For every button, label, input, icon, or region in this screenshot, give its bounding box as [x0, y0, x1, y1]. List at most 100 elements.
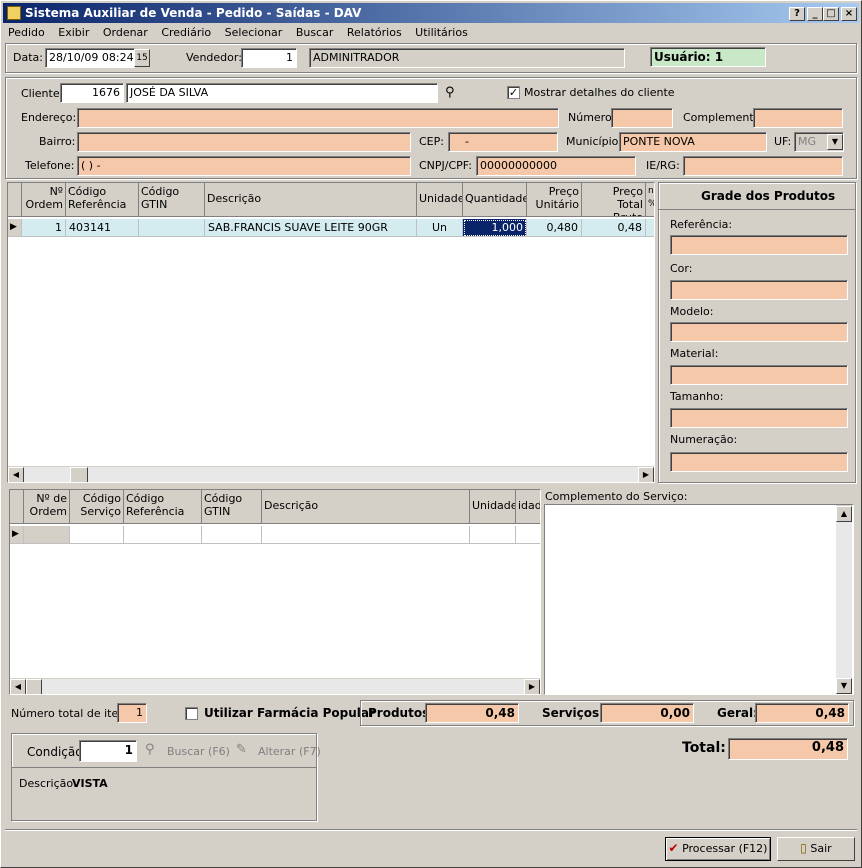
- row-1-ref[interactable]: 403141: [66, 219, 139, 237]
- sair-button[interactable]: ▯ Sair: [777, 837, 855, 861]
- title-bar: Sistema Auxiliar de Venda - Pedido - Saí…: [3, 3, 859, 23]
- menu-selecionar[interactable]: Selecionar: [220, 24, 288, 42]
- row-1-preco[interactable]: 0,480: [527, 219, 582, 237]
- complemento-vertical-scrollbar[interactable]: ▲ ▼: [836, 505, 852, 694]
- geral-total-label: Geral:: [717, 706, 758, 720]
- menu-bar: Pedido Exibir Ordenar Crediário Selecion…: [3, 24, 859, 42]
- grade-material-field[interactable]: [670, 365, 848, 385]
- mostrar-detalhes-checkbox[interactable]: ✓: [507, 86, 520, 99]
- endereco-field[interactable]: [77, 108, 559, 128]
- municipio-field[interactable]: PONTE NOVA: [619, 132, 767, 152]
- row-1-quantidade[interactable]: 1,000: [463, 219, 527, 237]
- servicos-col-codigo-referencia[interactable]: Código Referência: [124, 490, 202, 524]
- servicos-row-1-codigo[interactable]: [70, 526, 124, 544]
- grade-numeracao-field[interactable]: [670, 452, 848, 472]
- row-1-unidade[interactable]: Un: [417, 219, 463, 237]
- servicos-col-codigo-gtin[interactable]: Código GTIN: [202, 490, 262, 524]
- col-desconto[interactable]: nto %): [646, 183, 654, 217]
- row-1-ordem[interactable]: 1: [22, 219, 66, 237]
- grade-tamanho-field[interactable]: [670, 408, 848, 428]
- menu-ordenar[interactable]: Ordenar: [98, 24, 153, 42]
- row-1-desconto[interactable]: [646, 219, 654, 237]
- vendedor-code-field[interactable]: 1: [241, 48, 297, 68]
- menu-utilitarios[interactable]: Utilitários: [410, 24, 473, 42]
- scroll-right-icon[interactable]: ▶: [638, 467, 654, 482]
- uf-chevron-down-icon[interactable]: ▼: [827, 134, 843, 150]
- produtos-total-field: 0,48: [425, 703, 519, 723]
- grade-tamanho-label: Tamanho:: [670, 390, 724, 403]
- servicos-col-codigo-servico[interactable]: Código Serviço: [70, 490, 124, 524]
- numero-field[interactable]: [611, 108, 673, 128]
- servicos-row-1-qtd[interactable]: [516, 526, 540, 544]
- col-codigo-gtin[interactable]: Código GTIN: [139, 183, 205, 217]
- col-preco-unitario[interactable]: Preço Unitário: [527, 183, 582, 217]
- row-1-gtin[interactable]: [139, 219, 205, 237]
- servicos-row-pointer-icon: ▶: [10, 526, 24, 544]
- minimize-button[interactable]: _: [807, 7, 823, 21]
- menu-exibir[interactable]: Exibir: [53, 24, 94, 42]
- close-button[interactable]: ×: [841, 7, 857, 21]
- complemento-scroll-down-icon[interactable]: ▼: [836, 678, 852, 694]
- servicos-scroll-left-icon[interactable]: ◀: [10, 679, 26, 694]
- alterar-button[interactable]: Alterar (F7): [258, 745, 321, 759]
- servicos-horizontal-scrollbar[interactable]: ◀ ▶: [10, 678, 540, 694]
- bairro-field[interactable]: [77, 132, 411, 152]
- menu-pedido[interactable]: Pedido: [3, 24, 50, 42]
- servicos-col-unidade[interactable]: Unidade: [470, 490, 516, 524]
- servicos-row-1-ref[interactable]: [124, 526, 202, 544]
- servicos-row-1-unidade[interactable]: [470, 526, 516, 544]
- servicos-total-label: Serviços:: [542, 706, 604, 720]
- buscar-button[interactable]: Buscar (F6): [167, 745, 230, 759]
- data-field[interactable]: 28/10/09 08:24: [45, 48, 135, 68]
- servicos-row-1-gtin[interactable]: [202, 526, 262, 544]
- maximize-button[interactable]: □: [823, 7, 839, 21]
- farmacia-popular-checkbox[interactable]: [185, 707, 198, 720]
- uf-label: UF:: [774, 135, 792, 148]
- complemento-scroll-up-icon[interactable]: ▲: [836, 506, 852, 522]
- telefone-field[interactable]: ( ) -: [77, 156, 411, 176]
- servicos-row-1-ordem[interactable]: [24, 526, 70, 544]
- servicos-scroll-thumb[interactable]: [26, 679, 42, 694]
- complemento-servico-label: Complemento do Serviço:: [545, 490, 688, 503]
- menu-buscar[interactable]: Buscar: [291, 24, 339, 42]
- row-1-desc[interactable]: SAB.FRANCIS SUAVE LEITE 90GR: [205, 219, 417, 237]
- grade-referencia-field[interactable]: [670, 235, 848, 255]
- main-window: Sistema Auxiliar de Venda - Pedido - Saí…: [0, 0, 862, 868]
- mostrar-detalhes-label: Mostrar detalhes do cliente: [524, 86, 675, 99]
- menu-crediario[interactable]: Crediário: [156, 24, 216, 42]
- cliente-name-field[interactable]: JOSÉ DA SILVA: [126, 83, 438, 103]
- cliente-code-field[interactable]: 1676: [60, 83, 124, 103]
- ie-field[interactable]: [683, 156, 843, 176]
- col-preco-total[interactable]: Preço Total Bruto: [582, 183, 646, 217]
- condicao-field[interactable]: 1: [79, 740, 137, 762]
- col-descricao[interactable]: Descrição: [205, 183, 417, 217]
- servicos-scroll-right-icon[interactable]: ▶: [524, 679, 540, 694]
- produtos-horizontal-scrollbar[interactable]: ◀ ▶: [8, 466, 654, 482]
- grade-modelo-field[interactable]: [670, 322, 848, 342]
- servicos-col-ordem[interactable]: Nº de Ordem: [24, 490, 70, 524]
- complemento-servico-textarea[interactable]: ▲ ▼: [544, 504, 854, 695]
- cep-field[interactable]: -: [448, 132, 558, 152]
- grade-numeracao-label: Numeração:: [670, 433, 738, 446]
- scroll-thumb[interactable]: [70, 467, 88, 482]
- help-button[interactable]: ?: [789, 7, 805, 21]
- farmacia-popular-label: Utilizar Farmácia Popular: [204, 706, 375, 720]
- servicos-col-quantidade[interactable]: idade: [516, 490, 540, 524]
- scroll-left-icon[interactable]: ◀: [8, 467, 24, 482]
- binoculars-icon[interactable]: ⚲: [445, 85, 455, 100]
- cnpj-field[interactable]: 00000000000: [476, 156, 636, 176]
- servicos-row-1-desc[interactable]: [262, 526, 470, 544]
- menu-relatorios[interactable]: Relatórios: [342, 24, 407, 42]
- col-ordem[interactable]: Nº Ordem: [22, 183, 66, 217]
- col-codigo-referencia[interactable]: Código Referência: [66, 183, 139, 217]
- grade-cor-field[interactable]: [670, 280, 848, 300]
- col-quantidade[interactable]: Quantidade: [463, 183, 527, 217]
- row-1-total[interactable]: 0,48: [582, 219, 646, 237]
- produtos-grid[interactable]: Nº Ordem Código Referência Código GTIN D…: [7, 182, 655, 483]
- complemento-field[interactable]: [753, 108, 843, 128]
- col-unidade[interactable]: Unidade: [417, 183, 463, 217]
- servicos-grid[interactable]: Nº de Ordem Código Serviço Código Referê…: [9, 489, 541, 695]
- calendar-button[interactable]: 15: [134, 49, 150, 67]
- servicos-col-descricao[interactable]: Descrição: [262, 490, 470, 524]
- processar-button[interactable]: ✔ Processar (F12): [665, 837, 771, 861]
